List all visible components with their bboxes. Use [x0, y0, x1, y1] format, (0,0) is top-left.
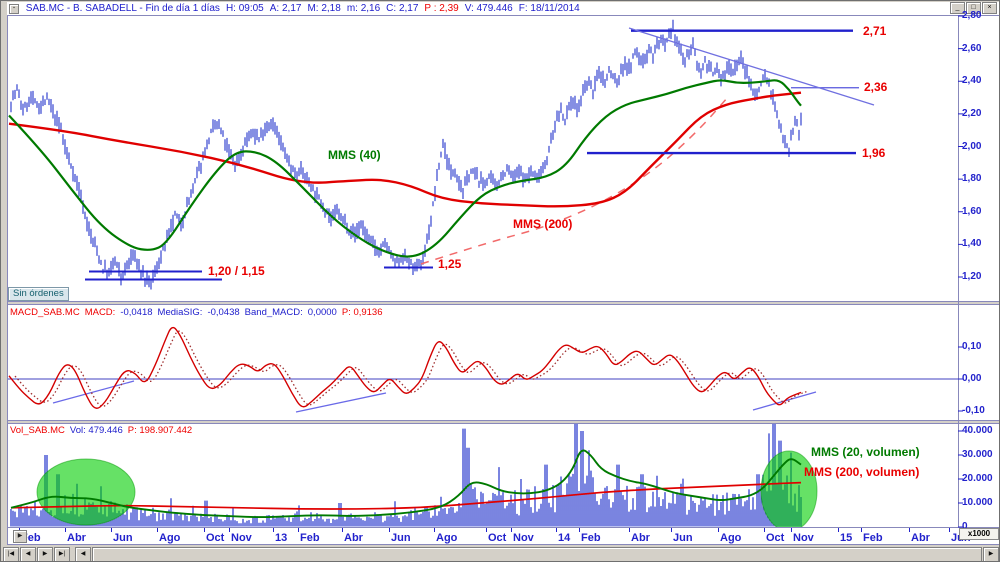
quote-field: C: 2,17	[386, 3, 419, 14]
close-button[interactable]: ×	[982, 2, 997, 14]
quote-field: A: 2,17	[269, 3, 302, 14]
scrollbar-thumb[interactable]	[92, 546, 982, 561]
quote-field: M: 2,18	[307, 3, 341, 14]
time-axis-scroll-button[interactable]: ▶	[13, 530, 27, 543]
scroll-left-button[interactable]: ◀	[75, 546, 91, 561]
quote-field: V: 479.446	[464, 3, 513, 14]
restore-button[interactable]: □	[966, 2, 981, 14]
nav-prev-button[interactable]: ◀	[20, 546, 36, 561]
quote-field: m: 2,16	[346, 3, 381, 14]
quote-header: ▪ SAB.MC - B. SABADELL - Fin de día 1 dí…	[7, 2, 999, 15]
scroll-right-button[interactable]: ▶	[983, 546, 999, 561]
volume-multiplier-box: x1000	[959, 528, 999, 540]
quote-field: F: 18/11/2014	[518, 3, 580, 14]
window-controls: _ □ ×	[950, 2, 997, 14]
orders-tab[interactable]: Sin órdenes	[8, 287, 69, 301]
quote-fields: SAB.MC - B. SABADELL - Fin de día 1 días…	[26, 3, 586, 14]
chart-canvas[interactable]	[1, 1, 1000, 562]
nav-first-button[interactable]: |◀	[3, 546, 19, 561]
quote-field: H: 09:05	[225, 3, 264, 14]
quote-field: SAB.MC - B. SABADELL - Fin de día 1 días	[25, 3, 220, 14]
quote-field: P : 2,39	[424, 3, 459, 14]
bottom-scrollbar: |◀ ◀ ▶ ▶| ◀ ▶	[1, 546, 999, 561]
nav-last-button[interactable]: ▶|	[54, 546, 70, 561]
chart-window: ▪ SAB.MC - B. SABADELL - Fin de día 1 dí…	[0, 0, 1000, 562]
nav-next-button[interactable]: ▶	[37, 546, 53, 561]
window-menu-icon[interactable]: ▪	[9, 4, 19, 14]
minimize-button[interactable]: _	[950, 2, 965, 14]
